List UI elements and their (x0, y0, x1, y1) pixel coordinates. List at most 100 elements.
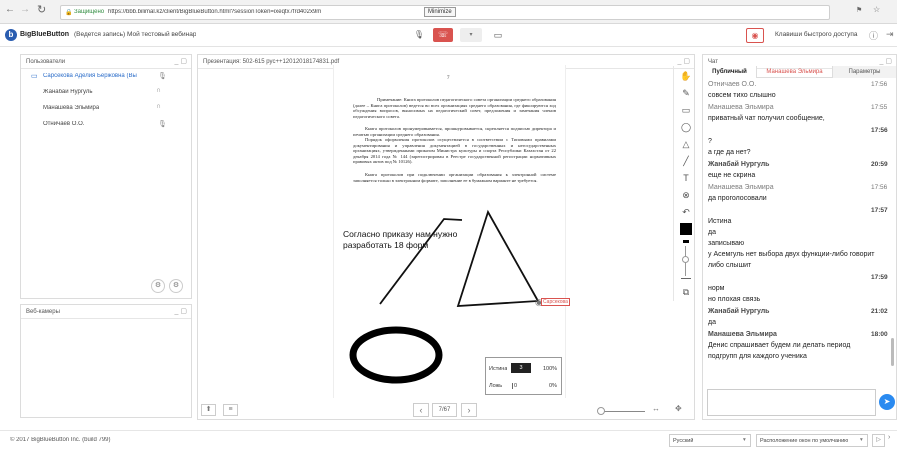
chevron-down-icon: ▾ (743, 437, 746, 443)
whiteboard-toolbar: ✋ ✎ ▭ ◯ △ ╱ T ⊗ ↶ ⧉ (673, 66, 695, 301)
poll-count: 0 (512, 383, 518, 389)
poll-result: Истина 3 100% Ложь 0 0% (485, 357, 562, 395)
chat-scrollbar[interactable] (891, 338, 894, 366)
triangle-icon[interactable]: △ (679, 137, 693, 151)
users-panel-title: Пользователи (26, 59, 66, 65)
line-icon[interactable]: ╱ (679, 154, 693, 168)
browser-toolbar: ← → ↻ 🔒 Защищено https://bbb.bilimal.kz/… (0, 0, 897, 24)
language-value: Русский (673, 438, 694, 444)
chevron-down-icon: ▾ (860, 437, 863, 443)
minimize-tooltip: Minimize (424, 7, 456, 17)
presentation-title: Презентация: 502-615 рус++12012018174831… (203, 59, 340, 65)
chat-tabs: Публичный Манашева Эльмира Параметры (703, 66, 896, 78)
minimize-maximize-icon[interactable]: _ ▢ (175, 305, 187, 319)
zoom-slider[interactable] (598, 411, 645, 412)
undo-icon[interactable]: ↶ (679, 205, 693, 219)
copyright: © 2017 BigBlueButton Inc. (build 799) (10, 437, 111, 443)
webcam-dropdown-icon[interactable]: ▾ (460, 28, 482, 42)
chat-message-text: да проголосовали (708, 195, 767, 202)
chat-sender: Манашева Эльмира (708, 104, 774, 111)
user-name: Отничаев О.О. (43, 121, 85, 127)
minimize-maximize-icon[interactable]: _ ▢ (175, 55, 187, 69)
chat-input[interactable] (707, 389, 876, 416)
screen-share-icon[interactable]: ▭ (490, 28, 506, 42)
next-slide-icon[interactable]: › (461, 403, 477, 417)
chat-message-text: еще не скрина (708, 172, 756, 179)
hand-icon[interactable]: ✋ (679, 69, 693, 83)
language-select[interactable]: Русский ▾ (669, 434, 751, 447)
tab-private[interactable]: Манашева Эльмира (757, 66, 833, 78)
star-icon[interactable]: ☆ (873, 5, 880, 14)
chat-sender: Манашева Эльмира (708, 184, 774, 191)
text-icon[interactable]: T (679, 171, 693, 185)
rectangle-icon[interactable]: ▭ (679, 103, 693, 117)
chat-sender: Жанабай Нургуль (708, 308, 770, 315)
page-number: 7 (447, 76, 450, 81)
bbb-logo-icon: b (5, 29, 17, 41)
color-swatch[interactable] (680, 223, 692, 235)
tab-options[interactable]: Параметры (833, 66, 896, 78)
list-icon[interactable]: ≡ (223, 404, 238, 416)
user-row[interactable]: Манашева Эльмира ∩ (21, 101, 191, 115)
phone-icon[interactable]: ☏ (433, 28, 453, 42)
options-icon[interactable]: ⚙ (169, 279, 183, 293)
chat-time: 17:57 (871, 207, 888, 214)
chat-time: 17:56 (871, 127, 888, 134)
more-icon[interactable]: › (888, 434, 890, 441)
thickness-icon[interactable] (683, 240, 689, 243)
chat-time: 21:02 (871, 308, 888, 315)
settings-icon[interactable]: ⚙ (151, 279, 165, 293)
chat-message-text: да (708, 319, 716, 326)
webcams-panel: Веб-камеры _ ▢ (20, 304, 192, 418)
multi-user-icon[interactable]: ⧉ (679, 285, 693, 299)
chat-message-text: Денис спрашивает будем ли делать период (708, 342, 851, 349)
forward-arrow-icon[interactable]: → (20, 4, 30, 15)
shortcuts-button[interactable]: Клавиши быстрого доступа (775, 31, 858, 38)
poll-label: Истина (489, 366, 508, 372)
user-row[interactable]: ▭ Сарсекова Аделия Бержовна (Вы 🎙 (21, 69, 191, 83)
mic-icon: 🎙 (158, 121, 167, 128)
poll-percent: 0% (549, 383, 557, 389)
chat-message-text: да (708, 229, 716, 236)
back-arrow-icon[interactable]: ← (5, 4, 15, 15)
chat-sender: Манашева Эльмира (708, 331, 777, 338)
pencil-icon[interactable]: ✎ (679, 86, 693, 100)
record-icon[interactable]: ◉ (746, 28, 764, 43)
tab-public[interactable]: Публичный (703, 66, 757, 78)
chat-time: 17:56 (871, 81, 888, 88)
monitor-icon: ▭ (31, 73, 38, 80)
help-icon[interactable]: ⓘ (869, 29, 878, 42)
upload-icon[interactable]: ⬆ (201, 404, 216, 416)
ellipse-icon[interactable]: ◯ (679, 120, 693, 134)
poll-count: 3 (511, 363, 531, 373)
document-paragraph: Примечание: Книга протоколов педагогичес… (353, 97, 556, 119)
mic-icon: 🎙 (158, 73, 167, 80)
layout-select[interactable]: Расположение окон по умолчанию ▾ (756, 434, 868, 447)
chat-title: Чат (708, 59, 718, 65)
user-row[interactable]: Жанабай Нургуль ∩ (21, 85, 191, 99)
poll-percent: 100% (543, 366, 558, 372)
chat-message-text: ? (708, 138, 712, 145)
chat-message-text: совсем тихо слышно (708, 92, 776, 99)
send-icon[interactable]: ➤ (879, 394, 895, 410)
page-indicator[interactable]: 7/67 (432, 403, 457, 417)
slider-thumb[interactable] (682, 256, 689, 263)
logout-icon[interactable]: ⇥ (886, 29, 894, 40)
layout-value: Расположение окон по умолчанию (760, 438, 849, 444)
prev-slide-icon[interactable]: ‹ (413, 403, 429, 417)
reload-icon[interactable]: ↻ (37, 3, 46, 16)
chat-message-text: Истина (708, 218, 732, 225)
poll-label: Ложь (489, 383, 503, 389)
address-bar[interactable]: 🔒 Защищено https://bbb.bilimal.kz/client… (60, 5, 830, 20)
apply-layout-icon[interactable]: ▷ (872, 434, 885, 447)
zoom-thumb[interactable] (597, 407, 605, 415)
user-name: Жанабай Нургуль (43, 89, 93, 95)
clear-icon[interactable]: ⊗ (679, 188, 693, 202)
fit-page-icon[interactable]: ✥ (675, 404, 682, 413)
secure-label: Защищено (74, 9, 105, 15)
translate-icon[interactable]: ⚑ (856, 6, 862, 14)
chat-messages: Отничаев О.О. 17:56 совсем тихо слышно Мана… (703, 79, 893, 389)
fit-width-icon[interactable]: ↔ (652, 404, 660, 413)
user-row[interactable]: Отничаев О.О. 🎙 (21, 117, 191, 131)
mic-icon[interactable]: 🎙 (411, 28, 427, 42)
